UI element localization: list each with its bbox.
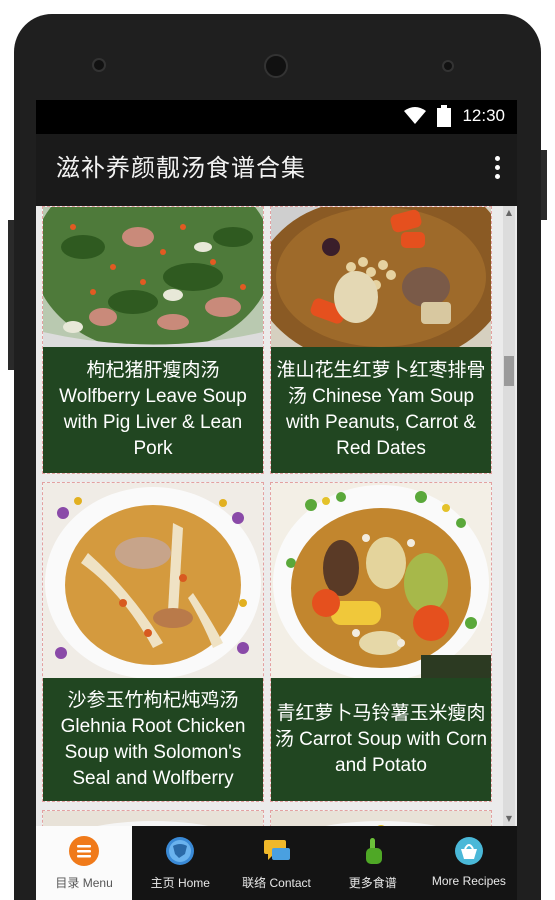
recipe-caption: 青红萝卜马铃薯玉米瘦肉汤 Carrot Soup with Corn and P…	[271, 678, 491, 801]
recipe-photo	[271, 811, 491, 826]
app-bar: 滋补养颜靓汤食谱合集	[36, 134, 517, 206]
hand-pointer-icon	[365, 838, 382, 864]
scrollbar[interactable]: ▲ ▼	[503, 206, 515, 826]
recipe-photo	[43, 811, 263, 826]
recipe-card[interactable]: 淮山花生红萝卜红枣排骨汤 Chinese Yam Soup with Peanu…	[270, 206, 492, 474]
scroll-down-arrow-icon[interactable]: ▼	[504, 814, 514, 824]
app-title: 滋补养颜靓汤食谱合集	[56, 154, 306, 182]
front-sensor	[92, 58, 106, 72]
nav-menu[interactable]: 目录 Menu	[36, 826, 133, 900]
power-button	[541, 150, 547, 220]
menu-icon	[69, 836, 100, 866]
nav-contact[interactable]: 联络 Contact	[228, 826, 324, 900]
recipe-photo	[271, 207, 491, 347]
recipe-photo	[43, 483, 263, 678]
nav-label: 联络 Contact	[242, 876, 311, 890]
recipe-card[interactable]: 沙参玉竹枸杞炖鸡汤 Glehnia Root Chicken Soup with…	[42, 482, 264, 802]
basket-icon	[454, 837, 483, 865]
nav-more-recipes-cn[interactable]: 更多食谱	[325, 826, 421, 900]
overflow-menu-icon[interactable]	[491, 156, 503, 186]
light-sensor	[442, 60, 454, 72]
nav-more-recipes[interactable]: More Recipes	[421, 826, 517, 900]
recipe-card[interactable]: 青红萝卜马铃薯玉米瘦肉汤 Carrot Soup with Corn and P…	[270, 482, 492, 802]
nav-label: More Recipes	[431, 874, 506, 888]
nav-home[interactable]: 主页 Home	[132, 826, 228, 900]
recipe-photo	[271, 483, 491, 678]
status-bar: 12:30	[36, 100, 517, 134]
volume-button	[8, 220, 14, 370]
scroll-up-arrow-icon[interactable]: ▲	[504, 208, 514, 218]
recipe-caption: 淮山花生红萝卜红枣排骨汤 Chinese Yam Soup with Peanu…	[271, 347, 491, 473]
recipe-caption: 沙参玉竹枸杞炖鸡汤 Glehnia Root Chicken Soup with…	[43, 678, 263, 801]
battery-icon	[437, 105, 451, 127]
front-camera	[264, 54, 288, 78]
wifi-icon	[404, 107, 426, 124]
recipe-caption: 枸杞猪肝瘦肉汤 Wolfberry Leave Soup with Pig Li…	[43, 347, 263, 473]
nav-label: 更多食谱	[348, 876, 397, 890]
recipe-photo	[43, 207, 263, 347]
nav-label: 主页 Home	[150, 876, 210, 890]
recipe-card[interactable]	[42, 810, 264, 826]
globe-home-icon	[166, 837, 195, 865]
recipe-grid[interactable]: 枸杞猪肝瘦肉汤 Wolfberry Leave Soup with Pig Li…	[36, 206, 517, 826]
recipe-card[interactable]	[270, 810, 492, 826]
bottom-navigation: 目录 Menu 主页 Home 联络 Contact 更多食谱 More Rec…	[36, 826, 517, 900]
status-time: 12:30	[462, 106, 505, 125]
chat-contact-icon	[263, 840, 290, 860]
scrollbar-thumb[interactable]	[504, 356, 514, 386]
screen: 12:30 滋补养颜靓汤食谱合集 枸杞猪肝瘦肉汤 Wolfberry Leave…	[36, 100, 517, 900]
nav-label: 目录 Menu	[55, 876, 113, 890]
recipe-card[interactable]: 枸杞猪肝瘦肉汤 Wolfberry Leave Soup with Pig Li…	[42, 206, 264, 474]
